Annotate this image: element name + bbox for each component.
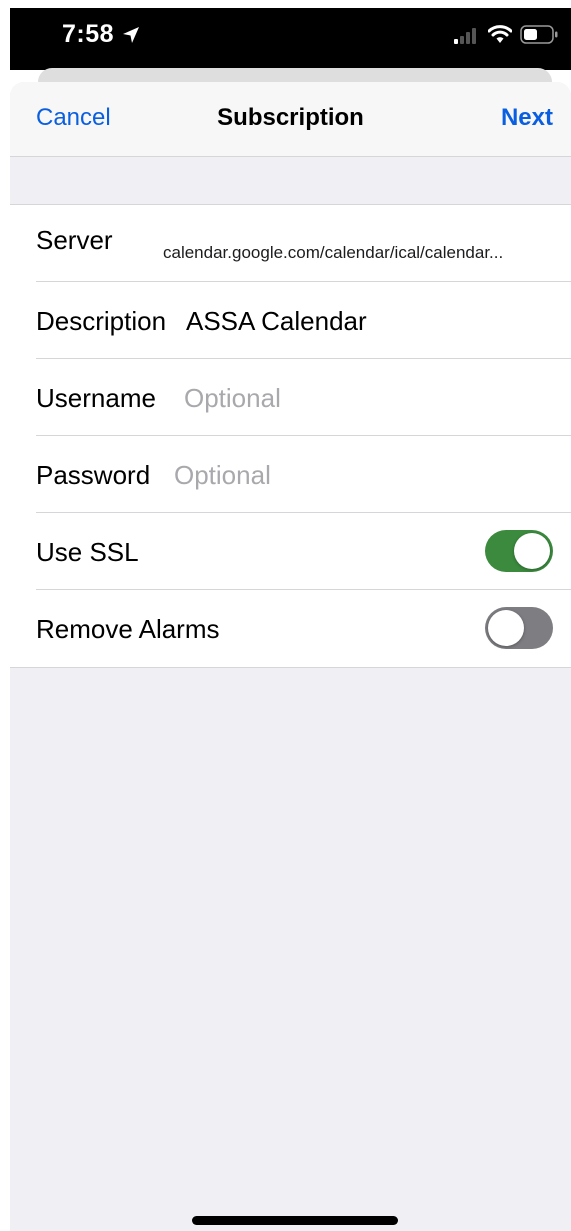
subscription-form: Server calendar.google.com/calendar/ical… [10, 204, 571, 668]
username-row[interactable]: Username [10, 359, 571, 436]
use-ssl-label: Use SSL [36, 537, 139, 567]
cancel-button[interactable]: Cancel [36, 104, 111, 132]
toggle-knob [514, 533, 550, 569]
server-label: Server [36, 225, 113, 255]
battery-icon [520, 25, 558, 44]
subscription-sheet: Subscription Cancel Next Server calendar… [10, 82, 571, 1231]
remove-alarms-toggle[interactable] [485, 607, 553, 649]
home-indicator[interactable] [192, 1216, 398, 1225]
navigation-bar: Subscription Cancel Next [10, 82, 571, 157]
server-field[interactable]: calendar.google.com/calendar/ical/calend… [163, 243, 553, 263]
password-label: Password [36, 460, 151, 490]
screen: 7:58 Subscription Cancel Next Server cal… [0, 0, 571, 1231]
status-bar: 7:58 [10, 8, 571, 70]
wifi-icon [488, 25, 512, 43]
location-arrow-icon [123, 27, 139, 43]
password-row[interactable]: Password [10, 436, 571, 513]
description-row[interactable]: Description ASSA Calendar [10, 282, 571, 359]
use-ssl-toggle[interactable] [485, 530, 553, 572]
remove-alarms-label: Remove Alarms [36, 614, 220, 644]
server-row[interactable]: Server calendar.google.com/calendar/ical… [10, 205, 571, 282]
cellular-signal-icon [454, 28, 476, 44]
description-field[interactable]: ASSA Calendar [186, 306, 546, 337]
next-button[interactable]: Next [501, 104, 553, 132]
username-field[interactable] [184, 383, 544, 414]
use-ssl-row: Use SSL [10, 513, 571, 590]
password-field[interactable] [174, 460, 534, 491]
description-label: Description [36, 306, 167, 336]
remove-alarms-row: Remove Alarms [10, 590, 571, 667]
toggle-knob [488, 610, 524, 646]
status-time: 7:58 [62, 20, 115, 48]
username-label: Username [36, 383, 156, 413]
